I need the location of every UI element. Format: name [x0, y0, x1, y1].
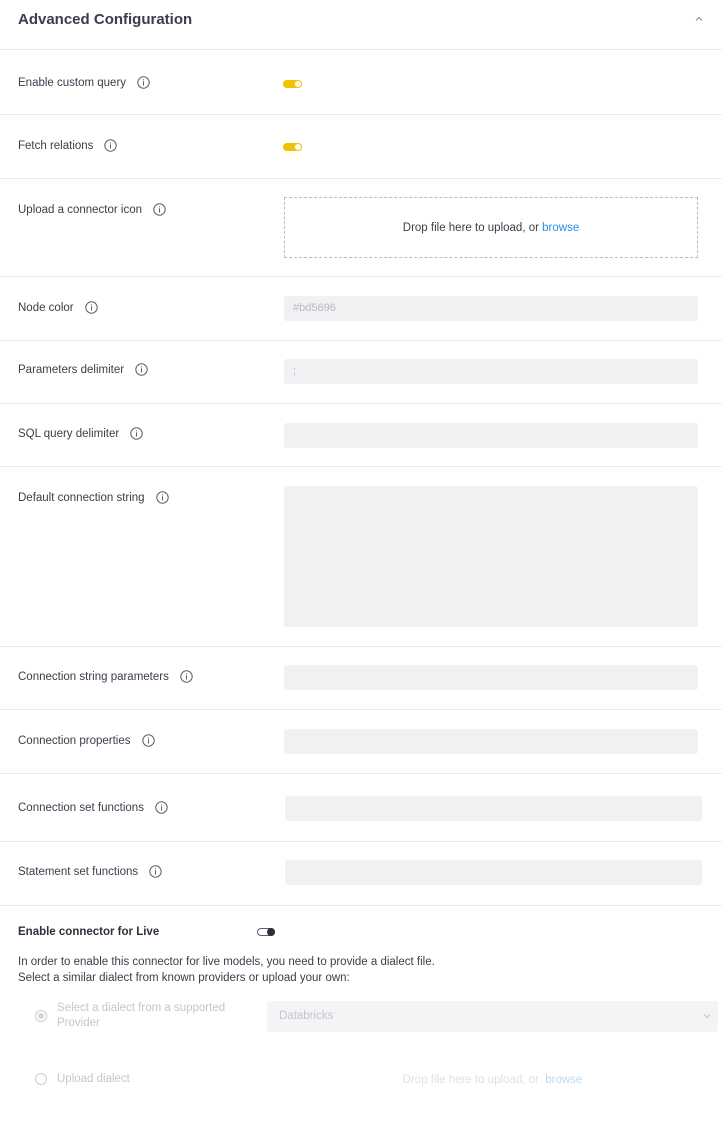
row-fetch-relations: Fetch relations: [0, 115, 722, 179]
field-label: Statement set functions: [18, 865, 162, 878]
parameters-delimiter-input[interactable]: ;: [284, 359, 698, 384]
connection-set-functions-input[interactable]: [285, 796, 702, 821]
fetch-relations-label: Fetch relations: [18, 139, 94, 152]
fetch-relations-toggle[interactable]: [283, 143, 302, 151]
field-label: Connection set functions: [18, 801, 168, 814]
chevron-up-icon[interactable]: [693, 13, 705, 25]
live-description: In order to enable this connector for li…: [18, 954, 435, 986]
field-label: Upload a connector icon: [18, 203, 166, 216]
parameters-delimiter-label: Parameters delimiter: [18, 363, 125, 376]
connection-set-functions-label: Connection set functions: [18, 801, 144, 814]
field-label: Default connection string: [18, 491, 169, 504]
row-parameters-delimiter: Parameters delimiter ;: [0, 341, 722, 404]
field-label: Enable custom query: [18, 76, 150, 89]
dialect-browse-link[interactable]: browse: [545, 1074, 582, 1086]
provider-dialect-label: Select a dialect from a supported Provid…: [57, 1001, 225, 1031]
info-icon[interactable]: [149, 865, 162, 878]
upload-icon-label: Upload a connector icon: [18, 203, 143, 216]
row-node-color: Node color #bd5696: [0, 277, 722, 341]
sql-query-delimiter-input[interactable]: [284, 423, 698, 448]
row-connection-properties: Connection properties: [0, 710, 722, 774]
dialect-dropzone[interactable]: Drop file here to upload, or browse: [267, 1066, 718, 1094]
provider-dialect-radio[interactable]: [35, 1010, 47, 1022]
live-section-title: Enable connector for Live: [18, 926, 160, 938]
upload-dialect-label: Upload dialect: [57, 1073, 130, 1085]
statement-set-functions-input[interactable]: [285, 860, 702, 885]
enable-custom-query-toggle[interactable]: [283, 80, 302, 88]
live-description-line2: Select a similar dialect from known prov…: [18, 972, 350, 984]
section-title: Advanced Configuration: [18, 11, 193, 28]
row-sql-query-delimiter: SQL query delimiter: [0, 404, 722, 467]
dropzone-text: Drop file here to upload, or: [402, 221, 539, 234]
default-connection-string-label: Default connection string: [18, 491, 145, 504]
provider-dialect-label-line1: Select a dialect from a supported: [57, 1002, 226, 1014]
node-color-input[interactable]: #bd5696: [284, 296, 698, 321]
statement-set-functions-label: Statement set functions: [18, 865, 139, 878]
field-label: Fetch relations: [18, 139, 118, 152]
row-enable-custom-query: Enable custom query: [0, 51, 722, 115]
info-icon[interactable]: [135, 363, 148, 376]
info-icon[interactable]: [137, 76, 150, 89]
section-header[interactable]: Advanced Configuration: [0, 0, 722, 50]
info-icon[interactable]: [141, 734, 155, 747]
row-upload-icon: Upload a connector icon Drop file here t…: [0, 179, 722, 277]
connection-properties-label: Connection properties: [18, 734, 131, 747]
connection-properties-input[interactable]: [284, 729, 698, 754]
info-icon[interactable]: [153, 203, 166, 216]
browse-link[interactable]: browse: [542, 222, 579, 234]
info-icon[interactable]: [84, 301, 98, 314]
info-icon[interactable]: [104, 139, 118, 152]
live-description-line1: In order to enable this connector for li…: [18, 956, 435, 968]
upload-dialect-radio[interactable]: [35, 1073, 47, 1085]
row-connection-string-parameters: Connection string parameters: [0, 647, 722, 710]
info-icon[interactable]: [155, 801, 168, 814]
provider-select-value: Databricks: [279, 1010, 334, 1022]
enable-live-toggle[interactable]: [257, 928, 275, 936]
field-label: Parameters delimiter: [18, 363, 148, 376]
enable-custom-query-label: Enable custom query: [18, 76, 127, 89]
field-label: Connection properties: [18, 734, 155, 747]
icon-dropzone[interactable]: Drop file here to upload, or browse: [284, 197, 698, 258]
row-statement-set-functions: Statement set functions: [0, 842, 722, 906]
node-color-label: Node color: [18, 301, 74, 314]
field-label: SQL query delimiter: [18, 427, 143, 440]
field-label: Node color: [18, 301, 98, 314]
connection-string-parameters-label: Connection string parameters: [18, 670, 169, 683]
default-connection-string-textarea[interactable]: [284, 486, 698, 627]
info-icon[interactable]: [130, 427, 143, 440]
connection-string-parameters-input[interactable]: [284, 665, 698, 690]
chevron-down-icon: [703, 1014, 711, 1019]
provider-dialect-label-line2: Provider: [57, 1017, 100, 1029]
field-label: Connection string parameters: [18, 670, 193, 683]
info-icon[interactable]: [180, 670, 193, 683]
dialect-dropzone-text: Drop file here to upload, or: [402, 1074, 543, 1086]
provider-select[interactable]: Databricks: [267, 1001, 718, 1032]
sql-query-delimiter-label: SQL query delimiter: [18, 427, 120, 440]
row-connection-set-functions: Connection set functions: [0, 774, 722, 842]
info-icon[interactable]: [155, 491, 169, 504]
